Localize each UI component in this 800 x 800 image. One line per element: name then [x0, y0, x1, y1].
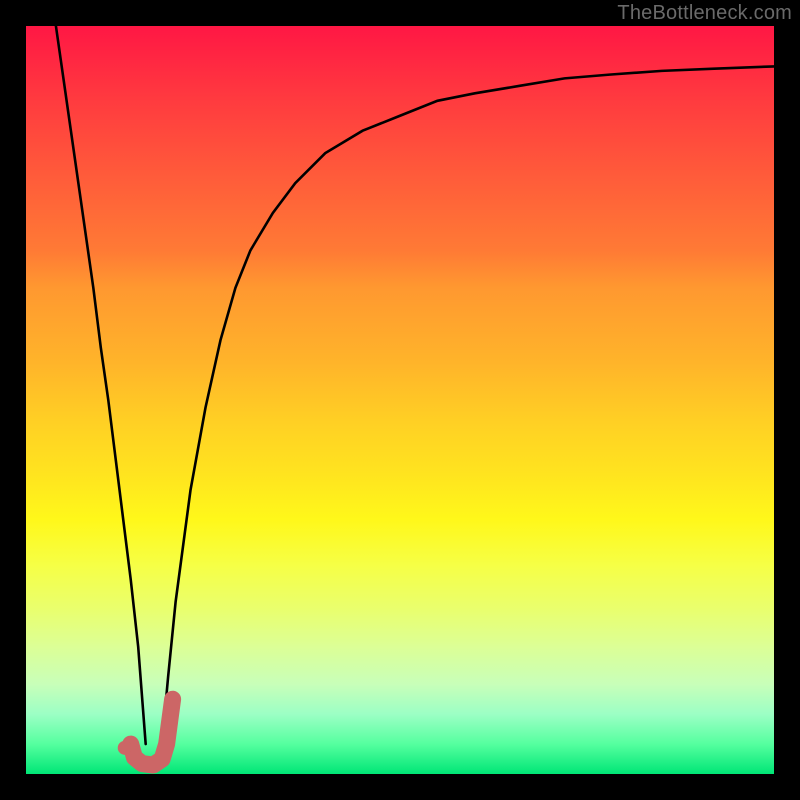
chart-frame: TheBottleneck.com — [0, 0, 800, 800]
left-curve — [56, 26, 146, 744]
watermark-text: TheBottleneck.com — [617, 2, 792, 25]
chart-svg — [26, 26, 774, 774]
j-marker-dot — [118, 741, 132, 755]
right-curve — [161, 66, 774, 759]
chart-plot-area — [26, 26, 774, 774]
j-marker-stroke — [131, 699, 173, 765]
